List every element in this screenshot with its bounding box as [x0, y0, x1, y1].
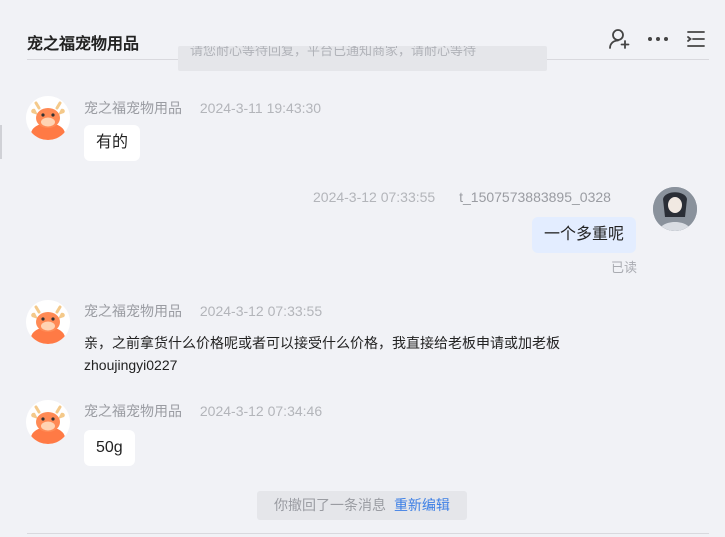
more-icon[interactable] [645, 26, 671, 52]
left-edge-marker [0, 125, 2, 159]
chat-title: 宠之福宠物用品 [27, 36, 140, 53]
cow-avatar-icon [26, 96, 70, 140]
recall-text: 你撤回了一条消息 [274, 497, 387, 513]
message-meta: 宠之福宠物用品 2024-3-12 07:34:46 [84, 401, 322, 421]
read-status: 已读 [611, 260, 638, 275]
message-meta: 2024-3-12 07:33:55 t_1507573883895_0328 [313, 189, 611, 205]
message-bubble[interactable]: 50g [84, 430, 135, 466]
recall-notice: 你撤回了一条消息 重新编辑 [257, 491, 467, 520]
shop-avatar[interactable] [26, 96, 70, 140]
message-meta: 宠之福宠物用品 2024-3-12 07:33:55 [84, 301, 322, 321]
message-time: 2024-3-12 07:33:55 [199, 303, 323, 319]
list-icon[interactable] [683, 26, 709, 52]
my-message-bubble[interactable]: 一个多重呢 [532, 217, 637, 253]
message-text[interactable]: 亲，之前拿货什么价格呢或者可以接受什么价格，我直接给老板申请或加老板 zhouj… [84, 332, 644, 376]
message-meta: 宠之福宠物用品 2024-3-11 19:43:30 [84, 98, 321, 118]
shop-avatar[interactable] [26, 300, 70, 344]
message-bubble[interactable]: 有的 [84, 125, 141, 161]
user-avatar[interactable] [653, 187, 697, 231]
cow-avatar-icon [26, 300, 70, 344]
message-time: 2024-3-11 19:43:30 [199, 100, 322, 116]
message-line: zhoujingyi0227 [84, 357, 178, 373]
input-divider [27, 533, 709, 534]
message-line: 亲，之前拿货什么价格呢或者可以接受什么价格，我直接给老板申请或加老板 [84, 335, 560, 351]
system-notice-text: 请您耐心等待回复，平台已通知商家，请耐心等待 [190, 46, 477, 58]
sender-name: t_1507573883895_0328 [459, 189, 611, 205]
sender-name: 宠之福宠物用品 [84, 100, 182, 116]
sender-name: 宠之福宠物用品 [84, 403, 182, 419]
re-edit-link[interactable]: 重新编辑 [394, 497, 450, 513]
user-avatar-icon [653, 187, 697, 231]
sender-name: 宠之福宠物用品 [84, 303, 182, 319]
message-time: 2024-3-12 07:34:46 [199, 403, 323, 419]
cow-avatar-icon [26, 400, 70, 444]
message-time: 2024-3-12 07:33:55 [313, 189, 436, 205]
shop-avatar[interactable] [26, 400, 70, 444]
system-notice: 请您耐心等待回复，平台已通知商家，请耐心等待 [178, 46, 547, 71]
add-user-icon[interactable] [607, 26, 633, 52]
